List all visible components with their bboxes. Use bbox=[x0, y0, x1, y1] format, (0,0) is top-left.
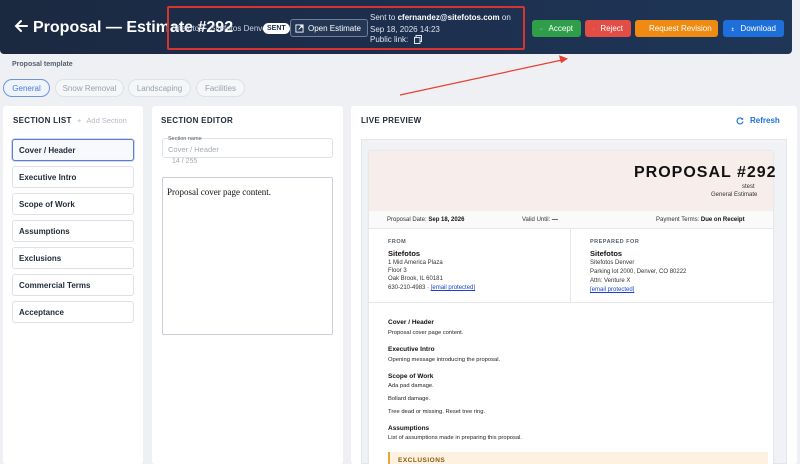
section-item-exclusions[interactable]: Exclusions bbox=[12, 247, 134, 269]
open-estimate-label: Open Estimate bbox=[308, 23, 361, 33]
tab-landscaping[interactable]: Landscaping bbox=[128, 79, 191, 97]
preview-section-heading: Cover / Header bbox=[388, 319, 434, 326]
tab-general[interactable]: General bbox=[3, 79, 50, 97]
external-link-icon bbox=[295, 23, 304, 33]
from-line1: 1 Mid America Plaza bbox=[388, 260, 443, 266]
copy-icon[interactable] bbox=[414, 35, 423, 44]
section-editor-title: SECTION EDITOR bbox=[161, 116, 234, 125]
preview-section-text: List of assumptions made in preparing th… bbox=[388, 435, 523, 441]
preview-section-heading: Executive Intro bbox=[388, 346, 435, 353]
refresh-button[interactable]: Refresh bbox=[736, 116, 780, 125]
download-button[interactable]: Download bbox=[723, 20, 784, 37]
column-divider bbox=[570, 229, 571, 303]
from-line3: Oak Brook, IL 60181 bbox=[388, 276, 443, 282]
from-contact: 630-210-4983 · [email protected] bbox=[388, 285, 476, 291]
public-link: Public link: bbox=[370, 35, 423, 44]
doc-title: PROPOSAL #292 bbox=[634, 164, 777, 181]
section-name-label: Section name bbox=[168, 136, 202, 142]
doc-subtitle: stest bbox=[742, 184, 755, 190]
prepared-for-line2: Parking lot 2000, Denver, CO 80222 bbox=[590, 269, 687, 275]
proposal-template-label: Proposal template bbox=[12, 61, 73, 68]
proposal-date: Proposal Date: Sep 18, 2026 bbox=[387, 217, 465, 223]
section-item-scope-of-work[interactable]: Scope of Work bbox=[12, 193, 134, 215]
sent-email: cfernandez@sitefotos.com bbox=[397, 13, 500, 22]
section-item-commercial-terms[interactable]: Commercial Terms bbox=[12, 274, 134, 296]
preview-section-text: Tree dead or missing. Reset tree ring. bbox=[388, 409, 486, 415]
from-label: FROM bbox=[388, 239, 407, 245]
section-name-value: Cover / Header bbox=[168, 145, 219, 154]
from-name: Sitefotos bbox=[388, 249, 421, 258]
section-item-cover-header[interactable]: Cover / Header bbox=[12, 139, 134, 161]
sent-info: Sent to cfernandez@sitefotos.com on Sep … bbox=[370, 13, 511, 34]
plus-icon: + bbox=[77, 116, 82, 125]
section-content-editor[interactable] bbox=[162, 177, 333, 335]
doc-type: General Estimate bbox=[711, 192, 758, 198]
back-arrow-icon[interactable] bbox=[14, 18, 28, 34]
prepared-for-line1: Sitefotos Denver bbox=[590, 260, 635, 266]
prepared-for-label: PREPARED FOR bbox=[590, 239, 640, 245]
section-list-title: SECTION LIST bbox=[13, 116, 72, 125]
character-counter: 14 / 255 bbox=[172, 158, 198, 165]
preview-section-text: Ada pad damage. bbox=[388, 383, 434, 389]
preview-section-heading: Scope of Work bbox=[388, 373, 434, 380]
section-content-text: Proposal cover page content. bbox=[167, 187, 271, 197]
reject-button[interactable]: Reject bbox=[585, 20, 631, 37]
from-line2: Floor 3 bbox=[388, 268, 407, 274]
prepared-for-name: Sitefotos bbox=[590, 249, 623, 258]
download-icon bbox=[731, 27, 734, 31]
add-section-button[interactable]: + Add Section bbox=[77, 116, 127, 125]
section-item-acceptance[interactable]: Acceptance bbox=[12, 301, 134, 323]
close-icon bbox=[593, 27, 595, 30]
preview-section-text: Opening message introducing the proposal… bbox=[388, 357, 501, 363]
prepared-for-email-link[interactable]: [email protected] bbox=[590, 286, 634, 294]
status-badge: SENT bbox=[263, 23, 290, 34]
section-item-executive-intro[interactable]: Executive Intro bbox=[12, 166, 134, 188]
preview-section-text: Proposal cover page content. bbox=[388, 330, 464, 336]
open-estimate-button[interactable]: Open Estimate bbox=[290, 19, 368, 37]
section-item-assumptions[interactable]: Assumptions bbox=[12, 220, 134, 242]
preview-section-text: Bollard damage. bbox=[388, 396, 431, 402]
valid-until: Valid Until: — bbox=[522, 217, 558, 223]
tab-snow-removal[interactable]: Snow Removal bbox=[55, 79, 124, 97]
refresh-icon bbox=[736, 116, 744, 125]
exclusions-heading: EXCLUSIONS bbox=[398, 457, 446, 464]
tab-facilities[interactable]: Facilities bbox=[196, 79, 245, 97]
preview-section-heading: Assumptions bbox=[388, 425, 430, 432]
from-email-link[interactable]: [email protected] bbox=[431, 285, 475, 291]
accept-button[interactable]: Accept bbox=[532, 20, 581, 37]
live-preview-title: LIVE PREVIEW bbox=[361, 116, 422, 125]
payment-terms: Payment Terms: Due on Receipt bbox=[656, 217, 745, 223]
request-revision-button[interactable]: Request Revision bbox=[635, 20, 718, 37]
company-label: Sitefotos · Sitefotos Denver bbox=[172, 24, 270, 33]
prepared-for-line3: Attn: Venture X bbox=[590, 278, 631, 284]
check-icon bbox=[540, 27, 543, 30]
